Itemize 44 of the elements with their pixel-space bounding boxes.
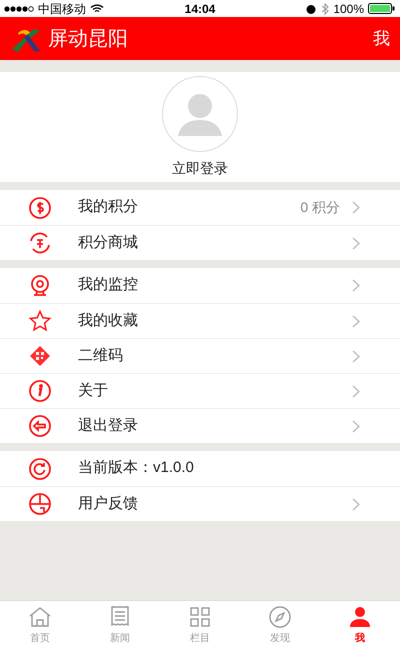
- grid-icon: [188, 605, 212, 629]
- signal-icon: [4, 6, 34, 12]
- menu-label: 退出登录: [78, 416, 139, 436]
- menu-row[interactable]: 我的收藏: [0, 303, 400, 338]
- battery-percent: 100%: [333, 0, 364, 18]
- menu-row[interactable]: 关于: [0, 373, 400, 408]
- compass-icon: [268, 605, 292, 629]
- header-action[interactable]: 我: [373, 26, 390, 52]
- menu-row[interactable]: 二维码: [0, 338, 400, 373]
- star-icon: [28, 309, 52, 333]
- menu-label: 积分商城: [78, 232, 139, 253]
- refresh-icon: [28, 456, 52, 480]
- menu-label: 当前版本：v1.0.0: [78, 458, 195, 478]
- qr-code-icon: [28, 344, 52, 368]
- menu-label: 我的监控: [78, 275, 139, 296]
- menu-label: 我的积分: [78, 197, 139, 218]
- currency-exchange-icon: [28, 231, 52, 255]
- arrow-left-icon: [28, 414, 52, 438]
- tab-item[interactable]: 我: [320, 601, 400, 650]
- feedback-icon: [28, 492, 52, 516]
- menu-label: 用户反馈: [78, 494, 139, 514]
- person-icon: [348, 605, 372, 629]
- avatar-icon[interactable]: [162, 76, 238, 152]
- battery-icon: [368, 3, 396, 14]
- webcam-icon: [28, 274, 52, 298]
- app-title: 屏动昆阳: [48, 26, 129, 52]
- points-value: 0 积分: [300, 198, 340, 217]
- carrier-name: 中国移动: [38, 0, 86, 18]
- clock-time: 14:04: [184, 0, 216, 18]
- dollar-icon: [28, 196, 52, 220]
- wifi-icon: [90, 4, 104, 14]
- home-icon: [28, 605, 52, 629]
- menu-label: 二维码: [78, 346, 124, 366]
- info-icon: [28, 379, 52, 403]
- menu-row[interactable]: 我的监控: [0, 268, 400, 303]
- menu-row[interactable]: 积分商城: [0, 225, 400, 260]
- menu-label: 关于: [78, 380, 109, 401]
- menu-row[interactable]: 当前版本：v1.0.0: [0, 451, 400, 486]
- menu-row[interactable]: 我的积分 0 积分: [0, 190, 400, 225]
- menu-label: 我的收藏: [78, 310, 139, 331]
- bluetooth-icon: [321, 2, 330, 14]
- menu-row[interactable]: 用户反馈: [0, 486, 400, 521]
- login-link[interactable]: 立即登录: [172, 158, 228, 178]
- menu-row[interactable]: 退出登录: [0, 408, 400, 443]
